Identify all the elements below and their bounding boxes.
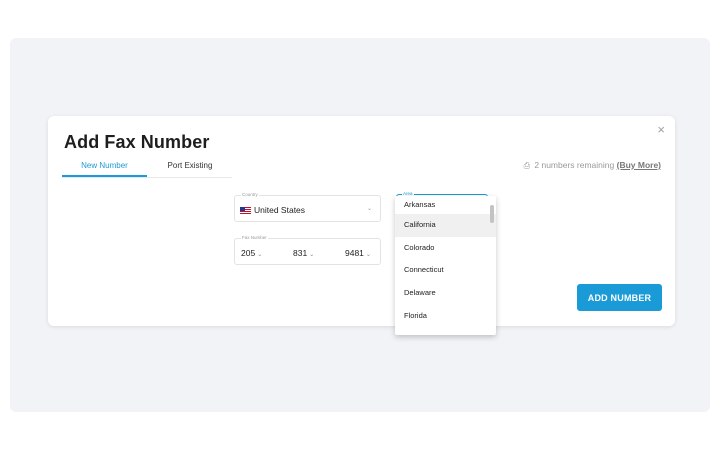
country-value: United States	[254, 205, 306, 215]
tab-port-existing[interactable]: Port Existing	[162, 160, 218, 177]
buy-more-link[interactable]: (Buy More)	[617, 160, 661, 170]
chevron-down-icon: ⌄	[257, 252, 263, 258]
fax-icon: ⎙	[523, 161, 530, 170]
chevron-down-icon: ⌄	[365, 252, 371, 258]
area-option-connecticut[interactable]: Connecticut	[395, 259, 496, 282]
modal-title: Add Fax Number	[64, 132, 210, 152]
add-number-button[interactable]: ADD NUMBER	[577, 284, 662, 311]
prefix-select[interactable]: 831 ⌄	[293, 248, 314, 258]
fax-number-field: Fax Number 205 ⌄ 831 ⌄ 9481 ⌄	[234, 235, 381, 265]
country-select[interactable]: Country United States ⌄	[234, 192, 381, 222]
chevron-down-icon: ⌄	[309, 252, 315, 258]
prefix-value: 831	[293, 248, 308, 258]
close-icon[interactable]: ×	[657, 123, 665, 136]
area-code-value: 205	[241, 248, 256, 258]
tabs-divider	[62, 177, 232, 178]
numbers-remaining: ⎙ 2 numbers remaining (Buy More)	[524, 160, 661, 171]
area-option-california[interactable]: California	[395, 214, 496, 237]
fax-number-label: Fax Number	[241, 235, 268, 240]
area-option-florida[interactable]: Florida	[395, 305, 496, 328]
line-number-value: 9481	[345, 248, 364, 258]
us-flag-icon	[240, 206, 251, 214]
tab-new-number[interactable]: New Number	[62, 160, 147, 177]
numbers-remaining-text: 2 numbers remaining	[534, 160, 615, 170]
area-code-select[interactable]: 205 ⌄	[241, 248, 262, 258]
area-option-delaware[interactable]: Delaware	[395, 282, 496, 305]
chevron-down-icon: ⌄	[366, 206, 372, 212]
area-dropdown-list[interactable]: Arkansas California Colorado Connecticut…	[395, 196, 496, 335]
area-option-colorado[interactable]: Colorado	[395, 237, 496, 260]
tab-bar: New Number Port Existing	[62, 160, 232, 178]
area-option-arkansas[interactable]: Arkansas	[395, 196, 496, 214]
add-fax-number-modal: Add Fax Number × New Number Port Existin…	[48, 116, 675, 335]
line-number-select[interactable]: 9481 ⌄	[345, 248, 371, 258]
country-label: Country	[241, 192, 259, 197]
dropdown-scrollbar[interactable]	[490, 205, 494, 223]
